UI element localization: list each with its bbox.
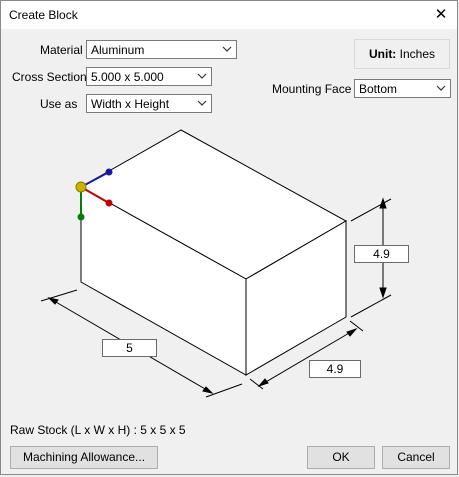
cancel-button[interactable]: Cancel: [382, 446, 450, 469]
block-diagram: [40, 129, 392, 398]
length-input[interactable]: 5: [102, 339, 157, 357]
ok-button[interactable]: OK: [307, 446, 375, 469]
create-block-dialog: Create Block ✕ Material Aluminum Cross S…: [0, 0, 458, 475]
height-input[interactable]: 4.9: [354, 245, 409, 263]
machining-allowance-button[interactable]: Machining Allowance...: [10, 446, 158, 469]
width-input[interactable]: 4.9: [309, 360, 361, 378]
raw-stock-text: Raw Stock (L x W x H) : 5 x 5 x 5: [10, 423, 186, 437]
